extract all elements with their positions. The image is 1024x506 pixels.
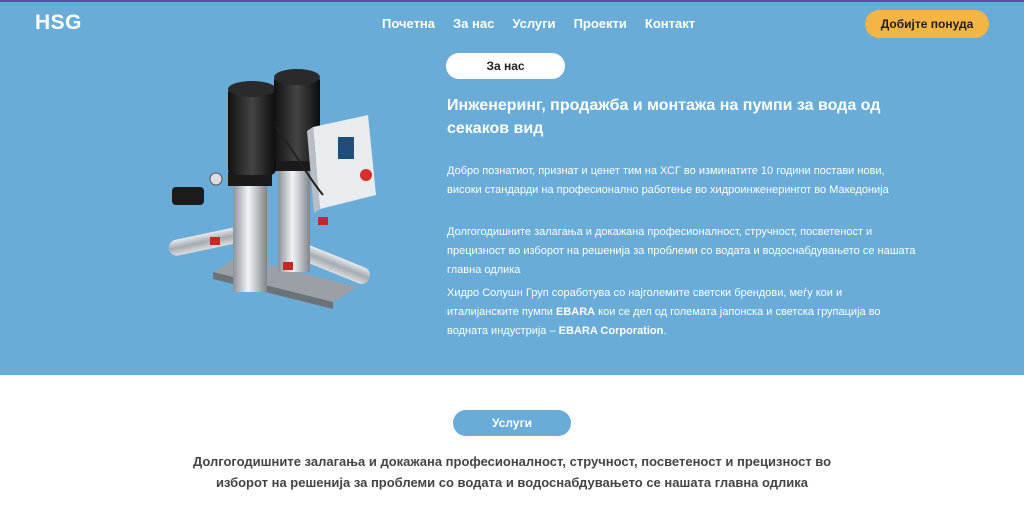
ebara-corporation: EBARA Corporation [558,325,664,337]
main-nav: Почетна За нас Услуги Проекти Контакт [382,16,695,31]
nav-services[interactable]: Услуги [512,16,555,31]
services-badge: Услуги [453,410,571,436]
nav-home[interactable]: Почетна [382,16,435,31]
about-paragraph-3-end: . [663,325,667,337]
about-paragraph-3: Хидро Солушн Груп соработува со најголем… [447,284,917,341]
about-badge: За нас [446,53,565,79]
hero-title: Инженеринг, продажба и монтажа на пумпи … [447,97,881,137]
about-paragraph-1: Добро познатиот, признат и ценет тим на … [447,165,889,196]
nav-about[interactable]: За нас [453,16,494,31]
nav-contact[interactable]: Контакт [645,16,695,31]
ebara-brand: EBARA [555,306,596,318]
nav-projects[interactable]: Проекти [574,16,627,31]
get-quote-button[interactable]: Добијте понуда [865,10,989,38]
logo[interactable]: HSG [35,11,82,35]
hero-section: HSG Почетна За нас Услуги Проекти Контак… [0,0,1024,375]
about-paragraph-2: Долгогодишните залагања и докажана профе… [447,226,916,276]
services-description: Долгогодишните залагања и докажана профе… [192,454,832,490]
pump-system-image [168,69,376,309]
